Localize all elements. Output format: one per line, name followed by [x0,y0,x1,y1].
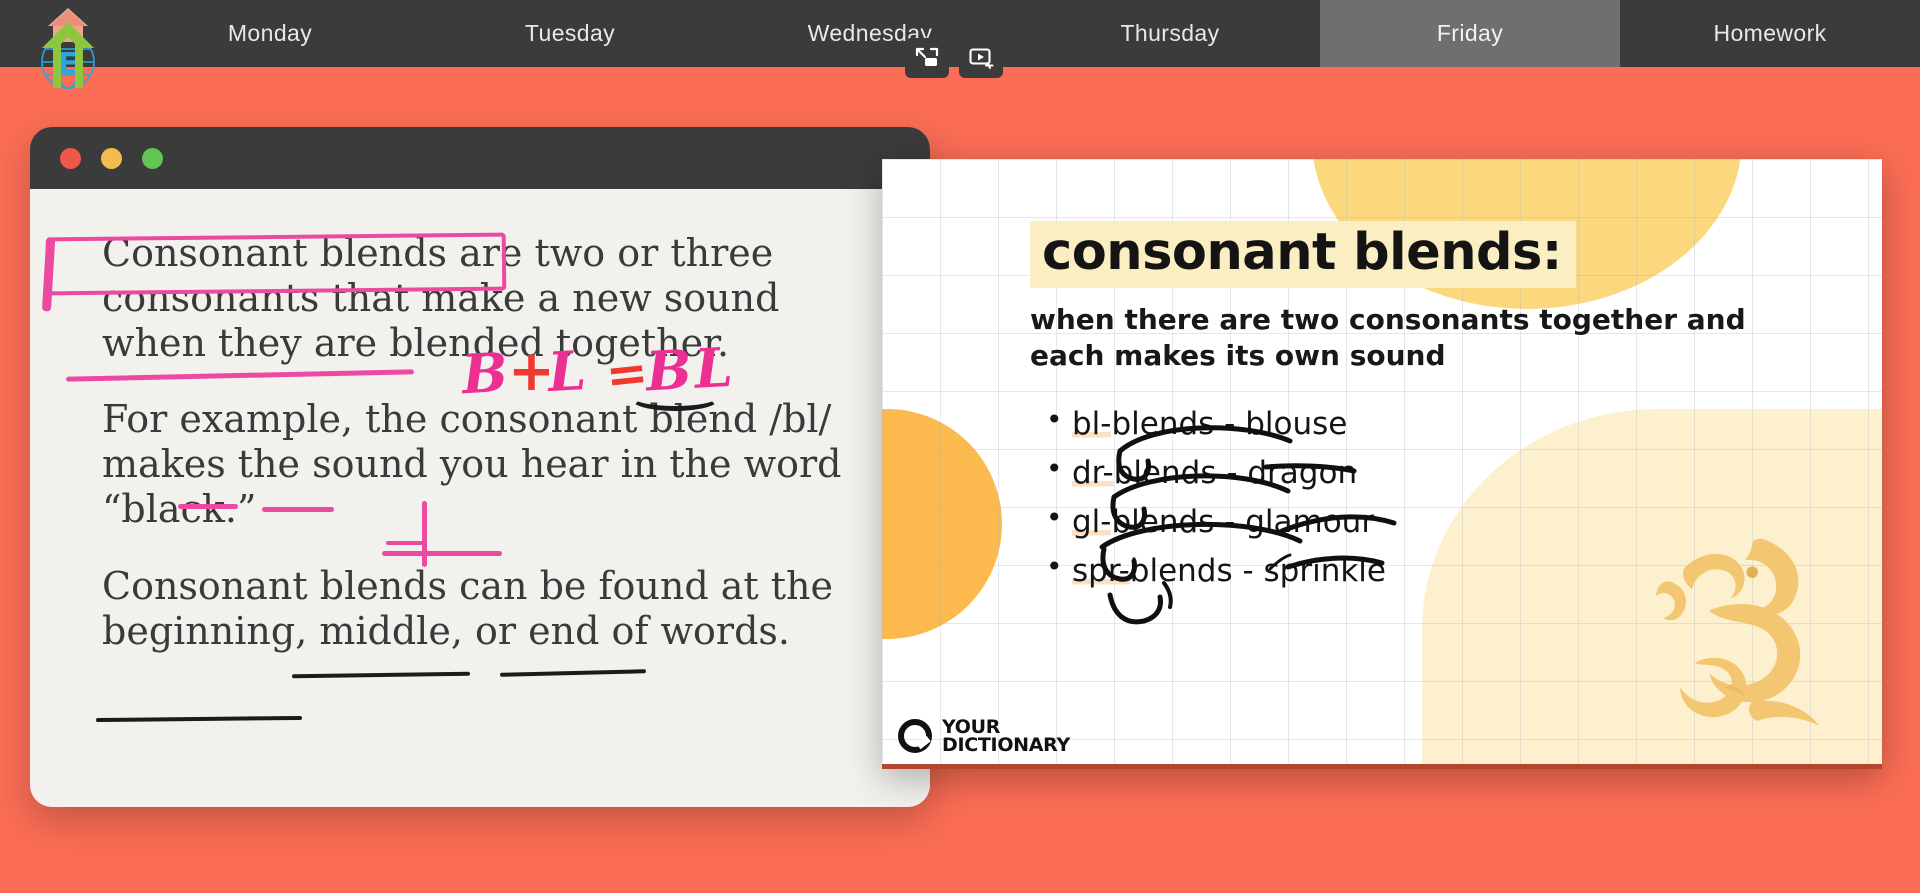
picture-in-picture-icon [915,47,939,66]
window-minimize-button[interactable] [101,147,122,169]
logo-line-2: DICTIONARY [942,734,1070,757]
yourdictionary-logo: YOUR DICTIONARY [898,717,1070,757]
annotation-underline-black [382,551,502,556]
window-maximize-button[interactable] [142,147,163,169]
q-circle-icon [898,719,932,754]
blend-middle: blends - [1129,552,1264,589]
list-item: spr-blends - sprinkle [1030,545,1882,596]
annotation-swoop-bl [630,385,720,411]
blend-middle: blends - [1111,405,1246,442]
annotation-cross-black [422,501,427,567]
blend-example: blouse [1245,405,1348,442]
blend-example: sprinkle [1263,552,1386,589]
slide-title: consonant blends: [1030,221,1576,288]
blend-prefix: bl- [1072,405,1112,442]
house-globe-logo: E [41,8,95,89]
tab-thursday[interactable]: Thursday [1020,0,1320,67]
paragraph-example: For example, the consonant blend /bl/ ma… [102,397,842,532]
tab-friday[interactable]: Friday [1320,0,1620,67]
blend-middle: blends - [1111,503,1246,540]
paragraph-placement: Consonant blends can be found at the beg… [102,563,834,653]
document-window: Consonant blends are two or three conson… [30,127,930,807]
annotation-underline-blended-together [65,369,415,382]
slide-content: consonant blends: when there are two con… [882,159,1882,596]
lesson-slide[interactable]: consonant blends: when there are two con… [882,159,1882,769]
blend-middle: blends - [1113,454,1248,491]
video-effects-button[interactable] [959,38,1003,78]
list-item: gl-blends - glamour [1030,496,1882,547]
yourdictionary-wordmark: YOUR DICTIONARY [942,717,1070,757]
annotation-tick-black [386,541,426,545]
list-item: dr-blends - dragon [1030,447,1882,498]
tab-tuesday[interactable]: Tuesday [420,0,720,67]
tab-homework[interactable]: Homework [1620,0,1920,67]
annotation-underline-bl [178,504,238,509]
blend-prefix: dr- [1072,454,1114,491]
annotation-underline-middle [499,669,647,677]
list-item: bl-blends - blouse [1030,398,1882,449]
annotation-underline-end-of-words [95,715,303,723]
picture-in-picture-button[interactable] [905,38,949,78]
slide-bottom-bar [882,764,1882,769]
blend-example: dragon [1247,454,1358,491]
tab-monday[interactable]: Monday [120,0,420,67]
annotation-equation-b: B [460,339,513,407]
blend-prefix: spr- [1072,552,1130,589]
blend-example: glamour [1245,503,1375,540]
annotation-equation-l: L [546,337,591,405]
window-titlebar [30,127,930,189]
annotation-underline-beginning [291,671,471,679]
slide-subtitle: when there are two consonants together a… [1030,303,1746,372]
blend-examples-list: bl-blends - blouse dr-blends - dragon gl… [1030,398,1882,596]
window-close-button[interactable] [60,147,81,169]
app-logo[interactable]: E [0,0,120,89]
video-effects-icon [969,48,994,69]
document-content: Consonant blends are two or three conson… [30,189,930,807]
blend-prefix: gl- [1072,503,1112,540]
annotation-underline-makes [262,507,334,512]
day-tabs: Monday Tuesday Wednesday Thursday Friday… [120,0,1920,67]
floating-video-controls [905,38,1003,78]
